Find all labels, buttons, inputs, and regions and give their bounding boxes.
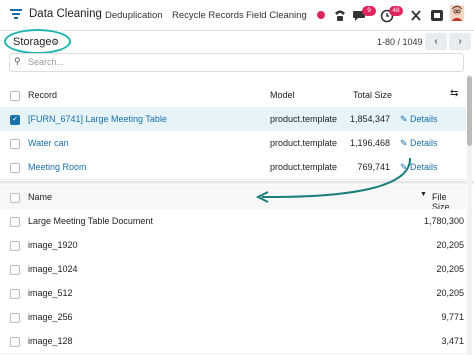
record-model: product.template xyxy=(270,114,338,124)
status-dot-icon[interactable] xyxy=(317,11,325,19)
record-size: 769,741 xyxy=(357,162,390,172)
record-model: product.template xyxy=(270,162,338,172)
attachment-size: 20,205 xyxy=(436,264,464,274)
row-checkbox[interactable] xyxy=(10,289,20,299)
list-item[interactable]: image_1024 20,205 xyxy=(0,257,466,282)
record-name[interactable]: Water can xyxy=(28,138,69,148)
gear-icon[interactable]: ⚙ xyxy=(51,37,59,48)
breadcrumb: Storage xyxy=(13,36,52,48)
attachment-size: 9,771 xyxy=(441,312,464,322)
tools-icon[interactable] xyxy=(410,7,422,23)
attachment-size: 1,780,300 xyxy=(423,216,464,226)
activity-badge: 48 xyxy=(389,6,403,16)
pager-previous-button[interactable]: ‹ xyxy=(425,33,447,50)
menu-recycle-records[interactable]: Recycle Records xyxy=(172,10,244,21)
list-item[interactable]: image_256 9,771 xyxy=(0,305,466,330)
attachment-name: image_512 xyxy=(28,288,73,298)
phone-icon[interactable] xyxy=(333,7,347,23)
user-avatar[interactable] xyxy=(448,5,466,21)
row-checkbox[interactable] xyxy=(10,337,20,347)
select-all-checkbox[interactable] xyxy=(10,193,20,203)
attachment-name: image_256 xyxy=(28,312,73,322)
app-menu-icon[interactable] xyxy=(10,8,22,20)
attachment-size: 20,205 xyxy=(436,288,464,298)
column-settings-icon[interactable]: ⇆ xyxy=(450,88,458,99)
attachment-name: image_128 xyxy=(28,336,73,346)
row-checkbox[interactable] xyxy=(10,241,20,251)
search-input[interactable]: ⚲ Search... xyxy=(9,53,464,72)
details-label: Details xyxy=(410,114,438,124)
details-button[interactable]: ✎ Details xyxy=(400,114,438,125)
menu-deduplication[interactable]: Deduplication xyxy=(105,10,163,21)
company-switch-icon[interactable] xyxy=(430,7,444,23)
record-model: product.template xyxy=(270,138,338,148)
column-total-size[interactable]: Total Size xyxy=(353,90,392,100)
upper-table-header: Record Model Total Size ⇆ xyxy=(0,83,466,108)
pager-next-button[interactable]: › xyxy=(449,33,471,50)
record-size: 1,854,347 xyxy=(349,114,390,124)
top-navbar: Data Cleaning Deduplication Recycle Reco… xyxy=(0,0,474,31)
attachment-size: 3,471 xyxy=(441,336,464,346)
row-checkbox[interactable] xyxy=(10,265,20,275)
select-all-checkbox[interactable] xyxy=(10,91,20,101)
table-row[interactable]: Water can product.template 1,196,468 ✎ D… xyxy=(0,131,466,156)
sort-desc-icon[interactable]: ▼ xyxy=(420,191,427,198)
table-row[interactable]: ✓ [FURN_6741] Large Meeting Table produc… xyxy=(0,107,466,132)
row-checkbox[interactable] xyxy=(10,163,20,173)
column-record[interactable]: Record xyxy=(28,90,57,100)
record-size: 1,196,468 xyxy=(349,138,390,148)
table-row[interactable]: Meeting Room product.template 769,741 ✎ … xyxy=(0,155,466,180)
pager-value[interactable]: 1-80 / 1049 xyxy=(377,37,423,47)
row-checkbox[interactable] xyxy=(10,139,20,149)
search-icon: ⚲ xyxy=(14,56,21,66)
search-placeholder: Search... xyxy=(28,57,65,67)
attachment-name: Large Meeting Table Document xyxy=(28,216,153,226)
attachment-size: 20,205 xyxy=(436,240,464,250)
list-item[interactable]: Large Meeting Table Document 1,780,300 xyxy=(0,209,466,234)
column-name[interactable]: Name xyxy=(28,192,52,202)
lower-table-header: Name ▼ File Size xyxy=(0,185,466,212)
details-label: Details xyxy=(410,162,438,172)
attachment-name: image_1024 xyxy=(28,264,78,274)
scrollbar-thumb[interactable] xyxy=(467,76,472,146)
app-title[interactable]: Data Cleaning xyxy=(29,8,102,20)
record-name[interactable]: [FURN_6741] Large Meeting Table xyxy=(28,114,167,124)
attachment-name: image_1920 xyxy=(28,240,78,250)
details-button[interactable]: ✎ Details xyxy=(400,138,438,149)
row-checkbox[interactable] xyxy=(10,217,20,227)
list-item[interactable]: image_128 3,471 xyxy=(0,329,466,354)
column-model[interactable]: Model xyxy=(270,90,295,100)
record-name[interactable]: Meeting Room xyxy=(28,162,87,172)
details-label: Details xyxy=(410,138,438,148)
details-button[interactable]: ✎ Details xyxy=(400,162,438,173)
list-item[interactable]: image_512 20,205 xyxy=(0,281,466,306)
menu-field-cleaning[interactable]: Field Cleaning xyxy=(246,10,307,21)
list-item[interactable]: image_1920 20,205 xyxy=(0,233,466,258)
row-checkbox[interactable] xyxy=(10,313,20,323)
messages-badge: 9 xyxy=(362,6,376,16)
row-checkbox[interactable]: ✓ xyxy=(10,115,20,125)
